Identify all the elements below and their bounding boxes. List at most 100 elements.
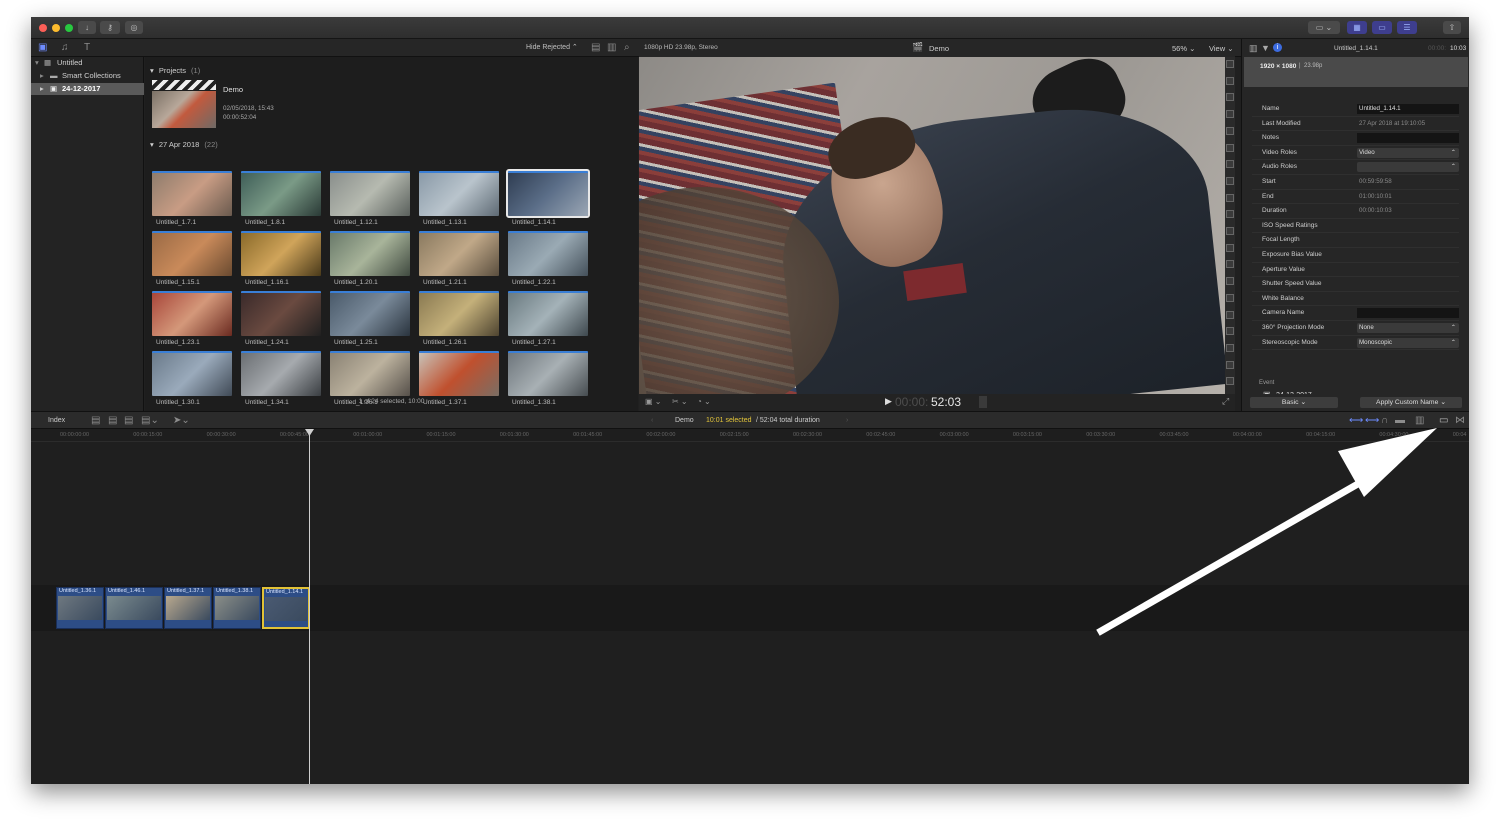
viewer-strip-button[interactable]	[1226, 277, 1234, 286]
clip-thumbnail[interactable]	[241, 231, 321, 276]
viewer-strip-button[interactable]	[1226, 176, 1234, 185]
transform-menu-icon[interactable]: ▣ ⌄	[645, 397, 661, 406]
clip-thumbnail[interactable]	[508, 231, 588, 276]
snapping-icon[interactable]: ▬	[1395, 415, 1405, 427]
clip-thumbnail[interactable]	[152, 351, 232, 396]
clip-thumbnail[interactable]	[419, 291, 499, 336]
timeline-index-toggle-icon[interactable]: ▭	[1439, 415, 1448, 427]
insert-clip-icon[interactable]: ▤	[108, 415, 117, 427]
metadata-popup[interactable]: Video ⌃	[1357, 147, 1459, 158]
projects-section-header[interactable]: ▾ Projects (1)	[150, 66, 200, 75]
disclosure-open-icon[interactable]: ▾	[150, 66, 154, 75]
hide-rejected-filter[interactable]: Hide Rejected ⌃	[526, 43, 578, 51]
crop-menu-icon[interactable]: ✂ ⌄	[672, 397, 688, 406]
zoom-window-button[interactable]	[65, 24, 73, 32]
metadata-popup[interactable]: None ⌃	[1357, 323, 1459, 333]
select-tool-icon[interactable]: ➤⌄	[173, 415, 190, 427]
close-window-button[interactable]	[39, 24, 47, 32]
metadata-value[interactable]	[1357, 133, 1459, 144]
viewer-strip-button[interactable]	[1226, 160, 1234, 169]
timeline-clip[interactable]: Untitled_1.38.1	[213, 587, 261, 629]
metadata-view-menu[interactable]: Basic ⌄	[1250, 397, 1338, 408]
clip-thumbnail[interactable]	[330, 351, 410, 396]
timeline-area[interactable]: Untitled_1.36.1 Untitled_1.46.1 Untitled_1…	[31, 442, 1469, 784]
clip-appearance-icon[interactable]: ▥	[1415, 415, 1424, 427]
project-thumbnail[interactable]	[152, 80, 216, 128]
viewer-strip-button[interactable]	[1226, 310, 1234, 319]
event-row[interactable]: ▸ ▣ 24-12-2017	[31, 83, 144, 95]
metadata-value[interactable]: Untitled_1.14.1	[1357, 104, 1459, 114]
clip-thumbnail[interactable]	[330, 231, 410, 276]
viewer-strip-button[interactable]	[1226, 143, 1234, 152]
viewer-strip-button[interactable]	[1226, 243, 1234, 252]
viewer-strip-button[interactable]	[1226, 293, 1234, 302]
timeline-ruler[interactable]: 00:00:00:00 00:00:15:00 00:00:30:00 00:00:4…	[31, 429, 1469, 442]
playhead[interactable]	[309, 429, 310, 784]
clip-thumbnail[interactable]	[419, 231, 499, 276]
audio-skimming-icon[interactable]: ⟷	[1349, 415, 1363, 427]
keywords-button[interactable]: ⚷	[100, 21, 120, 34]
titles-generators-icon[interactable]: T	[84, 42, 90, 54]
speed-menu-icon[interactable]: ◔ ⌄	[697, 397, 711, 406]
film-strip-icon[interactable]: ▥	[607, 42, 616, 54]
view-menu[interactable]: View ⌄	[1209, 44, 1234, 53]
smart-collections-row[interactable]: ▸ ▬ Smart Collections	[31, 70, 144, 82]
clip-thumbnail[interactable]	[419, 351, 499, 396]
append-clip-icon[interactable]: ▤	[91, 415, 100, 427]
viewer-strip-button[interactable]	[1226, 327, 1234, 336]
clip-thumbnail[interactable]	[508, 351, 588, 396]
clip-thumbnail[interactable]	[152, 231, 232, 276]
clip-thumbnail[interactable]	[508, 291, 588, 336]
disclosure-closed-icon[interactable]: ▸	[40, 70, 44, 82]
share-button[interactable]: ⇧	[1443, 21, 1461, 34]
clip-thumbnail[interactable]	[241, 291, 321, 336]
fullscreen-icon[interactable]: ⤢	[1222, 396, 1229, 407]
clip-thumbnail[interactable]	[419, 171, 499, 216]
viewer-strip-button[interactable]	[1226, 343, 1234, 352]
metadata-value[interactable]	[1357, 308, 1459, 319]
clip-thumbnail[interactable]	[330, 291, 410, 336]
timecode-display[interactable]: 52:03	[931, 395, 961, 409]
viewer-strip-button[interactable]	[1226, 110, 1234, 119]
viewer-strip-button[interactable]	[1226, 227, 1234, 235]
zoom-menu[interactable]: 56% ⌄	[1172, 44, 1195, 53]
play-icon[interactable]: ▶	[885, 396, 892, 407]
overwrite-clip-icon[interactable]: ▤	[124, 415, 133, 427]
clip-thumbnail[interactable]	[152, 291, 232, 336]
viewer-canvas[interactable]	[639, 57, 1235, 394]
viewer-strip-button[interactable]	[1226, 210, 1234, 219]
background-tasks-button[interactable]: ◎	[125, 21, 143, 34]
apply-custom-name-button[interactable]: Apply Custom Name ⌄	[1360, 397, 1462, 408]
viewer-strip-button[interactable]	[1226, 93, 1234, 102]
timeline-clip[interactable]: Untitled_1.37.1	[164, 587, 212, 629]
timeline-clip[interactable]: Untitled_1.14.1	[262, 587, 310, 629]
browser-toggle-button[interactable]: ▦	[1347, 21, 1367, 34]
clip-appearance-icon[interactable]: ▤	[591, 42, 600, 54]
video-skimming-icon[interactable]: ⟷	[1365, 415, 1379, 427]
info-tab-icon[interactable]: ▥	[1249, 43, 1258, 54]
disclosure-open-icon[interactable]: ▾	[150, 140, 154, 149]
metadata-popup[interactable]: Monoscopic ⌃	[1357, 337, 1459, 348]
viewer-strip-button[interactable]	[1226, 126, 1234, 135]
forward-arrow-icon[interactable]: ›	[846, 417, 848, 424]
timeline-clip[interactable]: Untitled_1.36.1	[56, 587, 104, 629]
back-arrow-icon[interactable]: ‹	[651, 417, 653, 424]
viewer-strip-button[interactable]	[1226, 60, 1234, 68]
workspace-menu-button[interactable]: ▭ ⌄	[1308, 21, 1340, 34]
edit-options-icon[interactable]: ▤⌄	[141, 415, 159, 427]
disclosure-closed-icon[interactable]: ▸	[40, 83, 44, 95]
library-row[interactable]: ▾ ▦ Untitled	[31, 57, 144, 69]
clip-thumbnail[interactable]	[506, 169, 590, 218]
timeline-clip[interactable]: Untitled_1.46.1	[105, 587, 163, 629]
photos-audio-icon[interactable]: ♫	[61, 42, 69, 54]
clip-thumbnail[interactable]	[330, 171, 410, 216]
inspector-toggle-button[interactable]: ☰	[1397, 21, 1417, 34]
clip-thumbnail[interactable]	[241, 171, 321, 216]
viewer-strip-button[interactable]	[1226, 193, 1234, 202]
metadata-popup[interactable]: ⌃	[1357, 162, 1459, 173]
event-section-header[interactable]: ▾ 27 Apr 2018 (22)	[150, 140, 218, 149]
viewer-strip-button[interactable]	[1226, 360, 1234, 369]
viewer-strip-button[interactable]	[1226, 260, 1234, 269]
timeline-toggle-button[interactable]: ▭	[1372, 21, 1392, 34]
disclosure-open-icon[interactable]: ▾	[35, 57, 39, 69]
